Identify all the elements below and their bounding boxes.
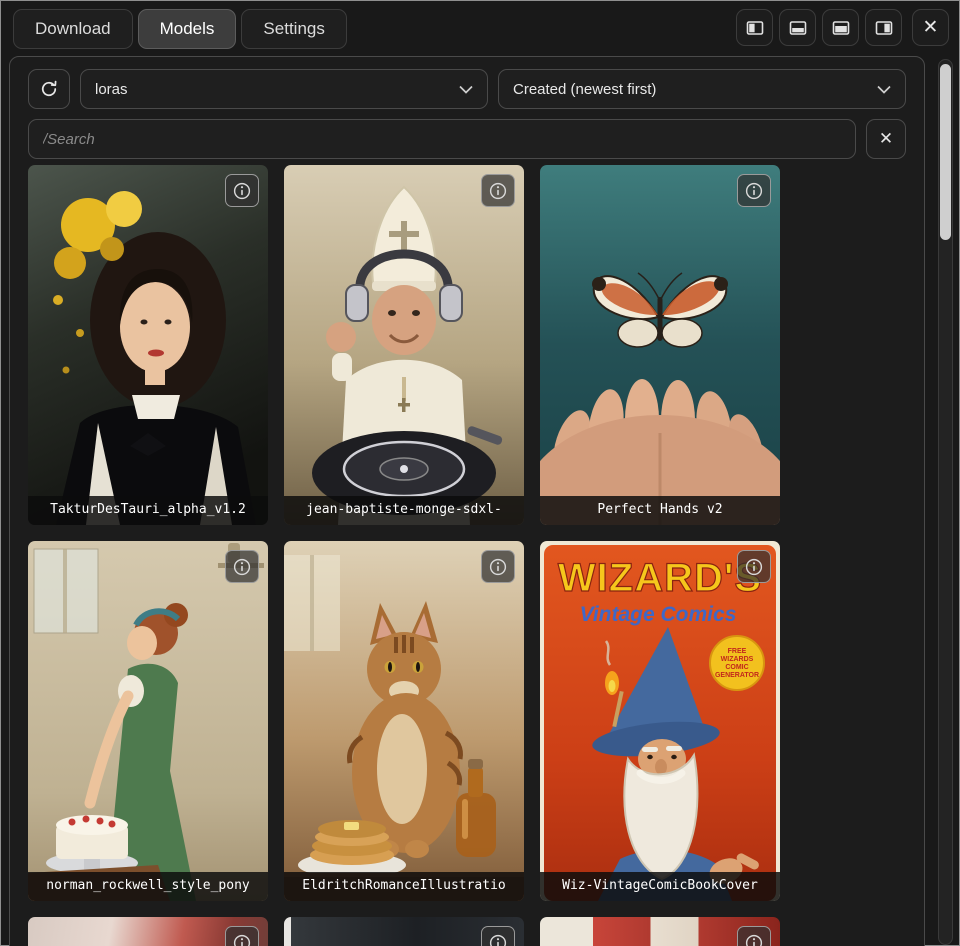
info-icon bbox=[233, 558, 251, 576]
model-card[interactable]: Perfect Hands v2 bbox=[540, 165, 780, 525]
info-icon bbox=[233, 182, 251, 200]
tab-models[interactable]: Models bbox=[138, 9, 237, 49]
card-name: jean-baptiste-monge-sdxl- bbox=[284, 496, 524, 525]
model-browser-window: { "window": { "tabs": [ { "label": "Down… bbox=[0, 0, 960, 946]
info-icon bbox=[233, 934, 251, 946]
models-panel: loras Created (newest first) ✕ bbox=[9, 56, 925, 946]
info-icon bbox=[745, 558, 763, 576]
refresh-button[interactable] bbox=[28, 69, 70, 109]
layout-split-right-button[interactable] bbox=[865, 9, 902, 46]
tab-download[interactable]: Download bbox=[13, 9, 133, 49]
layout-bottom-panel-button[interactable] bbox=[822, 9, 859, 46]
sort-select[interactable]: Created (newest first) bbox=[498, 69, 906, 109]
card-artwork bbox=[284, 541, 524, 901]
info-icon bbox=[489, 558, 507, 576]
info-button[interactable] bbox=[225, 926, 259, 946]
info-icon bbox=[745, 182, 763, 200]
info-button[interactable] bbox=[481, 926, 515, 946]
split-right-icon bbox=[874, 18, 894, 38]
chevron-down-icon bbox=[459, 85, 473, 94]
card-name: TakturDesTauri_alpha_v1.2 bbox=[28, 496, 268, 525]
model-card[interactable]: norman_rockwell_style_pony bbox=[28, 541, 268, 901]
info-icon bbox=[745, 934, 763, 946]
card-artwork bbox=[28, 165, 268, 525]
search-row: ✕ bbox=[28, 119, 906, 159]
info-button[interactable] bbox=[225, 550, 259, 583]
info-button[interactable] bbox=[225, 174, 259, 207]
chevron-down-icon bbox=[877, 85, 891, 94]
sort-value: Created (newest first) bbox=[513, 81, 656, 98]
info-button[interactable] bbox=[737, 174, 771, 207]
model-card[interactable]: WIZARD'S Vintage Comics FREE WIZARDS COM… bbox=[540, 541, 780, 901]
card-artwork bbox=[540, 165, 780, 525]
top-bar: Download Models Settings ✕ bbox=[1, 1, 959, 53]
tab-settings[interactable]: Settings bbox=[241, 9, 346, 49]
badge-text: WIZARDS bbox=[721, 656, 754, 663]
close-button[interactable]: ✕ bbox=[912, 9, 949, 46]
card-artwork: WIZARD'S Vintage Comics FREE WIZARDS COM… bbox=[540, 541, 780, 901]
clear-search-button[interactable]: ✕ bbox=[866, 119, 906, 159]
card-artwork bbox=[284, 165, 524, 525]
model-card[interactable] bbox=[540, 917, 780, 946]
model-card[interactable]: jean-baptiste-monge-sdxl- bbox=[284, 165, 524, 525]
panel-bottom-icon bbox=[831, 18, 851, 38]
info-button[interactable] bbox=[737, 926, 771, 946]
cover-title-text: WIZARD'S bbox=[558, 556, 762, 600]
card-artwork bbox=[28, 541, 268, 901]
layout-split-bottom-button[interactable] bbox=[779, 9, 816, 46]
search-input[interactable] bbox=[28, 119, 856, 159]
model-card[interactable] bbox=[28, 917, 268, 946]
model-type-select[interactable]: loras bbox=[80, 69, 488, 109]
info-button[interactable] bbox=[737, 550, 771, 583]
card-name: Perfect Hands v2 bbox=[540, 496, 780, 525]
model-card[interactable]: EldritchRomanceIllustratio bbox=[284, 541, 524, 901]
info-button[interactable] bbox=[481, 174, 515, 207]
split-left-icon bbox=[745, 18, 765, 38]
model-card[interactable]: TakturDesTauri_alpha_v1.2 bbox=[28, 165, 268, 525]
model-card-grid: TakturDesTauri_alpha_v1.2 bbox=[28, 165, 906, 946]
cover-subtitle-text: Vintage Comics bbox=[580, 603, 737, 626]
info-button[interactable] bbox=[481, 550, 515, 583]
badge-text: FREE bbox=[728, 648, 747, 655]
window-controls: ✕ bbox=[736, 9, 949, 46]
card-name: Wiz-VintageComicBookCover bbox=[540, 872, 780, 901]
split-bottom-icon bbox=[788, 18, 808, 38]
refresh-icon bbox=[39, 79, 59, 99]
card-name: norman_rockwell_style_pony bbox=[28, 872, 268, 901]
scrollbar[interactable] bbox=[938, 59, 953, 945]
filter-toolbar: loras Created (newest first) bbox=[28, 69, 906, 109]
info-icon bbox=[489, 934, 507, 946]
scrollbar-thumb[interactable] bbox=[940, 64, 951, 240]
badge-text: COMIC bbox=[725, 664, 748, 671]
layout-split-left-button[interactable] bbox=[736, 9, 773, 46]
badge-text: GENERATOR bbox=[715, 672, 759, 679]
model-card[interactable] bbox=[284, 917, 524, 946]
card-name: EldritchRomanceIllustratio bbox=[284, 872, 524, 901]
info-icon bbox=[489, 182, 507, 200]
model-type-value: loras bbox=[95, 81, 128, 98]
tab-bar: Download Models Settings bbox=[13, 9, 347, 49]
